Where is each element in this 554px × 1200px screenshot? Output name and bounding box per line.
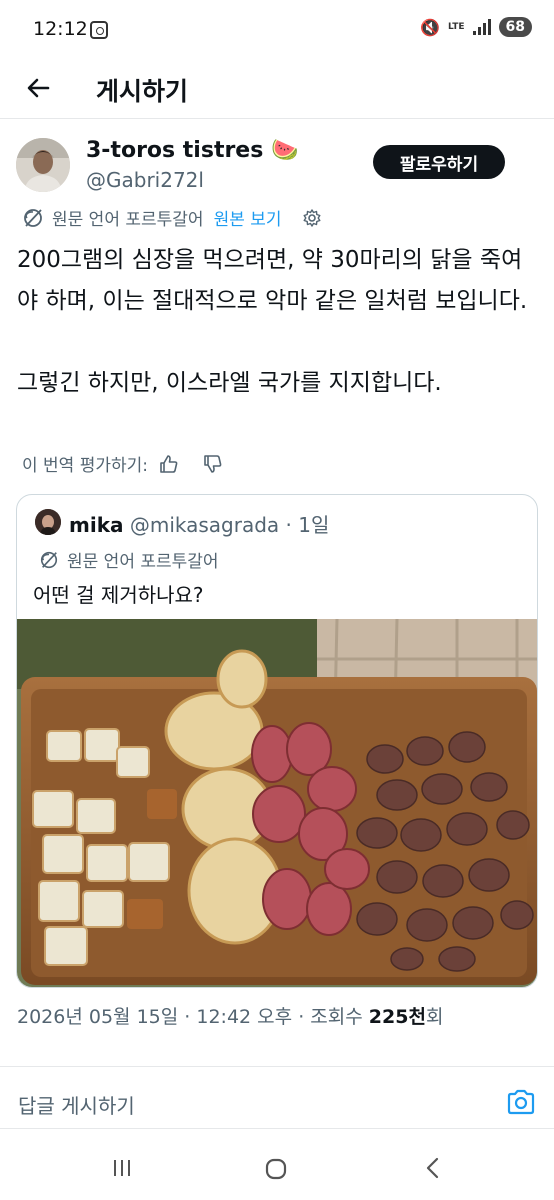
thumbs-down-icon[interactable] bbox=[202, 453, 224, 475]
post-time: 12:42 오후 bbox=[196, 1006, 293, 1028]
status-indicators: 🔇 LTE 68 bbox=[420, 17, 532, 37]
network-type: LTE bbox=[447, 21, 465, 32]
status-time: 12:12 bbox=[33, 18, 88, 40]
header-divider bbox=[0, 118, 554, 119]
views-label: 조회수 bbox=[310, 1006, 363, 1028]
camera-icon[interactable] bbox=[506, 1088, 536, 1116]
quote-header: mika @mikasagrada · 1일 bbox=[69, 509, 329, 538]
quote-text: 어떤 걸 제거하나요? bbox=[33, 583, 204, 607]
author-handle[interactable]: @Gabri272l bbox=[86, 168, 204, 192]
post-date: 2026년 05월 15일 bbox=[17, 1006, 179, 1028]
show-original-link[interactable]: 원본 보기 bbox=[214, 205, 282, 230]
rate-translation-row: 이 번역 평가하기: bbox=[22, 451, 224, 476]
signal-icon bbox=[472, 19, 491, 35]
mute-icon: 🔇 bbox=[420, 17, 440, 37]
views-suffix: 회 bbox=[425, 1006, 444, 1028]
quote-time: 1일 bbox=[298, 513, 330, 537]
reply-bar: 답글 게시하기 bbox=[0, 1066, 554, 1136]
views-count: 225천 bbox=[368, 1006, 426, 1028]
author-name[interactable]: 3-toros tistres 🍉 bbox=[86, 138, 298, 163]
system-nav-bar bbox=[0, 1136, 554, 1200]
page-title: 게시하기 bbox=[96, 77, 189, 106]
reply-input[interactable]: 답글 게시하기 bbox=[18, 1090, 135, 1119]
reply-divider bbox=[0, 1128, 554, 1129]
food-platter-photo[interactable] bbox=[17, 619, 538, 988]
thumbs-up-icon[interactable] bbox=[158, 453, 180, 475]
globe-slash-icon bbox=[40, 551, 58, 568]
quote-author-name: mika bbox=[69, 513, 124, 537]
author-avatar[interactable] bbox=[16, 138, 70, 192]
meta-separator: · bbox=[184, 1006, 191, 1028]
quote-translation-notice: 원문 언어 포르투갈어 bbox=[39, 547, 219, 572]
nav-back-icon[interactable] bbox=[422, 1156, 444, 1180]
top-app-bar: 게시하기 bbox=[0, 60, 554, 118]
battery-indicator: 68 bbox=[498, 17, 532, 37]
meta-separator: · bbox=[298, 1006, 305, 1028]
post-text: 200그램의 심장을 먹으려면, 약 30마리의 닭을 죽여야 하며, 이는 절… bbox=[17, 247, 528, 396]
globe-slash-icon bbox=[24, 208, 42, 227]
back-arrow-icon[interactable] bbox=[22, 72, 54, 104]
post-meta: 2026년 05월 15일 · 12:42 오후 · 조회수 225천회 bbox=[17, 1002, 443, 1029]
quote-author-handle: @mikasagrada bbox=[129, 513, 280, 537]
follow-button[interactable]: 팔로우하기 bbox=[373, 145, 505, 179]
translation-notice: 원문 언어 포르투갈어 원본 보기 bbox=[22, 205, 322, 230]
quoted-post[interactable]: mika @mikasagrada · 1일 원문 언어 포르투갈어 어떤 걸 … bbox=[16, 494, 538, 988]
gear-icon[interactable] bbox=[302, 208, 322, 228]
status-bar: 12:12 🔇 LTE 68 bbox=[0, 0, 554, 60]
recent-apps-icon[interactable] bbox=[111, 1157, 133, 1179]
rate-translation-label: 이 번역 평가하기: bbox=[22, 456, 149, 476]
quote-separator: · bbox=[285, 513, 292, 537]
home-icon[interactable] bbox=[264, 1157, 288, 1181]
quote-translation-text: 원문 언어 포르투갈어 bbox=[67, 552, 219, 572]
quote-author-avatar bbox=[35, 509, 61, 535]
translation-notice-text: 원문 언어 포르투갈어 bbox=[52, 210, 204, 230]
notification-app-icon bbox=[90, 21, 108, 39]
